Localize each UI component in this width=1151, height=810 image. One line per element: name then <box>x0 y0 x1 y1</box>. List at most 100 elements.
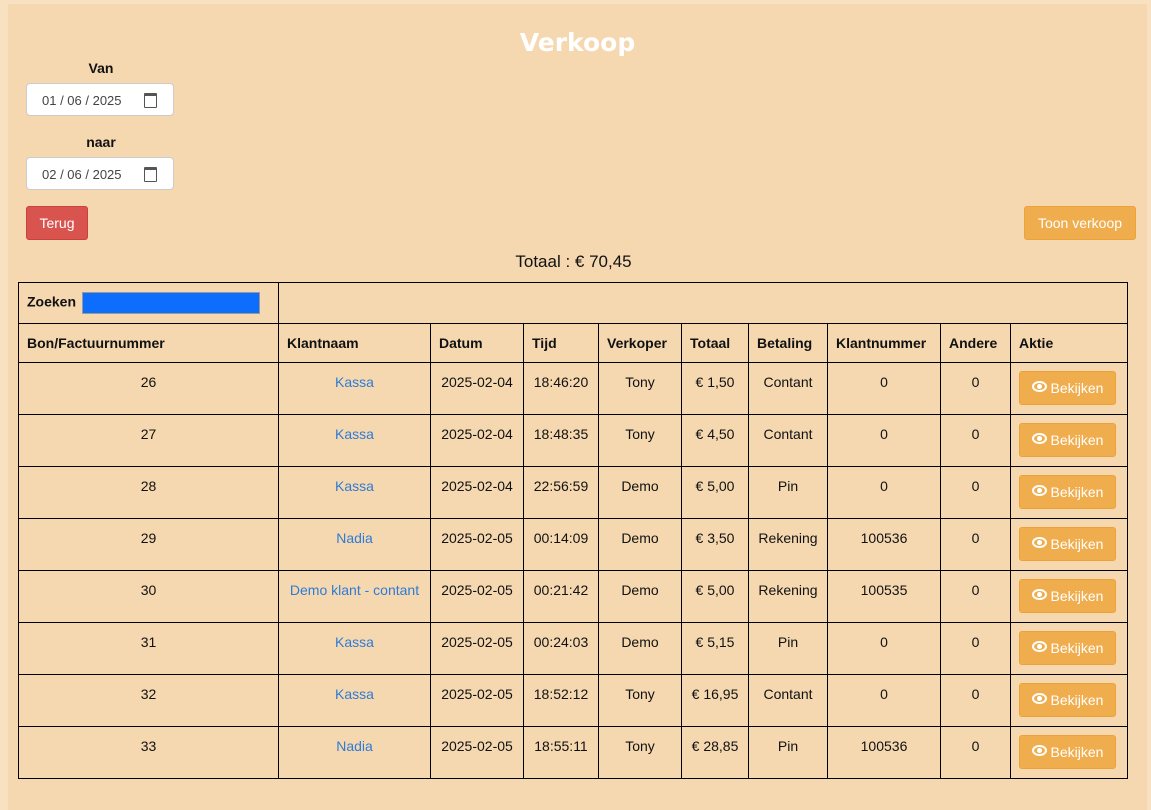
to-date-input[interactable]: 02 / 06 / 2025 <box>26 157 174 190</box>
column-header[interactable]: Verkoper <box>598 323 682 363</box>
show-sales-button[interactable]: Toon verkoop <box>1024 206 1136 240</box>
cell-nr: 29 <box>18 518 279 571</box>
cell-datum: 2025-02-04 <box>430 362 524 415</box>
view-button-label: Bekijken <box>1050 588 1104 604</box>
cell-nr: 27 <box>18 414 279 467</box>
customer-name-link[interactable]: Nadia <box>278 726 431 779</box>
column-header[interactable]: Bon/Factuurnummer <box>18 323 279 363</box>
customer-name-link[interactable]: Demo klant - contant <box>278 570 431 623</box>
customer-name-link[interactable]: Kassa <box>278 466 431 519</box>
column-header[interactable]: Tijd <box>523 323 599 363</box>
cell-klantnummer: 0 <box>827 466 941 519</box>
cell-klantnummer: 0 <box>827 362 941 415</box>
sales-table: Zoeken Bon/Factuurnummer Klantnaam Datum… <box>18 282 1128 779</box>
table-row: 27 Kassa 2025-02-04 18:48:35 Tony € 4,50 Conta… <box>18 414 1128 467</box>
from-date-label: Van <box>88 60 114 76</box>
view-button-label: Bekijken <box>1050 536 1104 552</box>
cell-verkoper: Tony <box>598 674 682 727</box>
search-cell: Zoeken <box>18 282 279 324</box>
cell-tijd: 18:48:35 <box>523 414 599 467</box>
customer-name-link[interactable]: Kassa <box>278 414 431 467</box>
cell-klantnummer: 0 <box>827 674 941 727</box>
cell-totaal: € 1,50 <box>681 362 749 415</box>
cell-tijd: 00:21:42 <box>523 570 599 623</box>
total-amount: Totaal : € 70,45 <box>515 252 632 271</box>
cell-andere: 0 <box>940 466 1011 519</box>
cell-totaal: € 5,15 <box>681 622 749 675</box>
column-header[interactable]: Klantnummer <box>827 323 941 363</box>
view-button[interactable]: Bekijken <box>1019 475 1116 509</box>
table-row: 31 Kassa 2025-02-05 00:24:03 Demo € 5,15 Pin 0 0… <box>18 622 1128 675</box>
cell-nr: 32 <box>18 674 279 727</box>
cell-tijd: 18:46:20 <box>523 362 599 415</box>
from-date-input[interactable]: 01 / 06 / 2025 <box>26 83 174 116</box>
cell-totaal: € 5,00 <box>681 466 749 519</box>
customer-name-link[interactable]: Kassa <box>278 622 431 675</box>
back-button[interactable]: Terug <box>26 206 88 240</box>
view-button[interactable]: Bekijken <box>1019 423 1116 457</box>
cell-tijd: 00:24:03 <box>523 622 599 675</box>
column-header[interactable]: Totaal <box>681 323 749 363</box>
eye-icon <box>1031 433 1047 444</box>
column-header[interactable]: Betaling <box>748 323 828 363</box>
cell-datum: 2025-02-05 <box>430 622 524 675</box>
cell-nr: 26 <box>18 362 279 415</box>
eye-icon <box>1031 537 1047 548</box>
cell-betaling: Contant <box>748 674 828 727</box>
eye-icon <box>1031 381 1047 392</box>
cell-betaling: Rekening <box>748 570 828 623</box>
view-button-label: Bekijken <box>1050 744 1104 760</box>
table-row: 29 Nadia 2025-02-05 00:14:09 Demo € 3,50 Reken… <box>18 518 1128 571</box>
table-row: 32 Kassa 2025-02-05 18:52:12 Tony € 16,95 Cont… <box>18 674 1128 727</box>
customer-name-link[interactable]: Nadia <box>278 518 431 571</box>
eye-icon <box>1031 745 1047 756</box>
search-input[interactable] <box>81 292 260 314</box>
cell-totaal: € 28,85 <box>681 726 749 779</box>
view-button[interactable]: Bekijken <box>1019 631 1116 665</box>
cell-andere: 0 <box>940 362 1011 415</box>
table-row: 28 Kassa 2025-02-04 22:56:59 Demo € 5,00 Pin 0 0… <box>18 466 1128 519</box>
customer-name-link[interactable]: Kassa <box>278 362 431 415</box>
column-header[interactable]: Klantnaam <box>278 323 431 363</box>
view-button[interactable]: Bekijken <box>1019 683 1116 717</box>
calendar-icon[interactable] <box>144 93 157 108</box>
eye-icon <box>1031 693 1047 704</box>
eye-icon <box>1031 589 1047 600</box>
calendar-icon[interactable] <box>144 167 157 182</box>
cell-tijd: 18:52:12 <box>523 674 599 727</box>
cell-action: Bekijken <box>1010 622 1128 675</box>
cell-klantnummer: 100535 <box>827 570 941 623</box>
cell-verkoper: Tony <box>598 362 682 415</box>
cell-datum: 2025-02-04 <box>430 466 524 519</box>
cell-andere: 0 <box>940 518 1011 571</box>
view-button[interactable]: Bekijken <box>1019 579 1116 613</box>
cell-totaal: € 5,00 <box>681 570 749 623</box>
cell-klantnummer: 100536 <box>827 726 941 779</box>
cell-betaling: Contant <box>748 414 828 467</box>
cell-datum: 2025-02-05 <box>430 570 524 623</box>
cell-betaling: Pin <box>748 622 828 675</box>
cell-betaling: Rekening <box>748 518 828 571</box>
cell-totaal: € 3,50 <box>681 518 749 571</box>
cell-verkoper: Demo <box>598 518 682 571</box>
cell-verkoper: Demo <box>598 466 682 519</box>
view-button-label: Bekijken <box>1050 640 1104 656</box>
view-button[interactable]: Bekijken <box>1019 527 1116 561</box>
column-header[interactable]: Andere <box>940 323 1011 363</box>
cell-action: Bekijken <box>1010 674 1128 727</box>
cell-datum: 2025-02-05 <box>430 726 524 779</box>
cell-betaling: Pin <box>748 466 828 519</box>
cell-action: Bekijken <box>1010 466 1128 519</box>
view-button-label: Bekijken <box>1050 380 1104 396</box>
cell-betaling: Contant <box>748 362 828 415</box>
cell-tijd: 00:14:09 <box>523 518 599 571</box>
table-body: 26 Kassa 2025-02-04 18:46:20 Tony € 1,50 Conta… <box>18 362 1128 779</box>
search-row-filler <box>278 282 1128 324</box>
view-button[interactable]: Bekijken <box>1019 735 1116 769</box>
column-header[interactable]: Datum <box>430 323 524 363</box>
view-button[interactable]: Bekijken <box>1019 371 1116 405</box>
table-header: Bon/Factuurnummer Klantnaam Datum Tijd V… <box>18 323 1128 363</box>
cell-totaal: € 16,95 <box>681 674 749 727</box>
customer-name-link[interactable]: Kassa <box>278 674 431 727</box>
cell-action: Bekijken <box>1010 726 1128 779</box>
